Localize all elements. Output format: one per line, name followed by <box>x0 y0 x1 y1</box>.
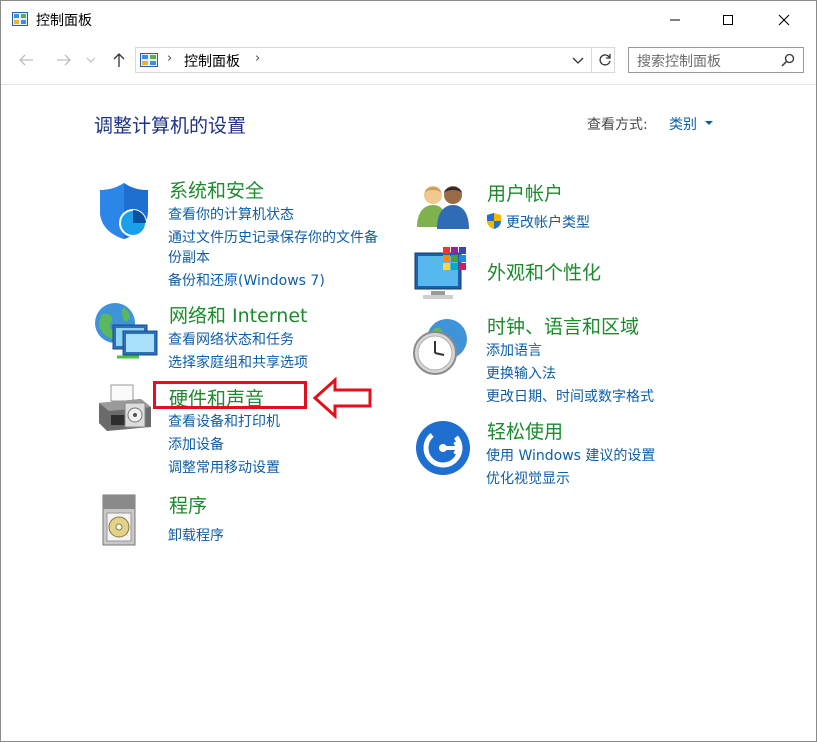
category-ease-of-access-title[interactable]: 轻松使用 <box>487 417 563 444</box>
navigation-bar: › 控制面板 › 搜索控制面板 <box>1 39 816 83</box>
window-title: 控制面板 <box>36 10 92 30</box>
hardware-sound-printer-icon[interactable] <box>95 381 157 443</box>
address-bar[interactable]: › 控制面板 › <box>135 47 615 73</box>
link-file-history-cont[interactable]: 份副本 <box>168 247 210 267</box>
search-box[interactable]: 搜索控制面板 <box>628 47 804 73</box>
up-arrow-icon <box>112 52 126 68</box>
recent-locations-button[interactable] <box>84 49 98 71</box>
page-title: 调整计算机的设置 <box>94 111 246 138</box>
link-homegroup-sharing[interactable]: 选择家庭组和共享选项 <box>168 352 308 372</box>
link-backup-restore[interactable]: 备份和还原(Windows 7) <box>168 270 325 290</box>
breadcrumb-separator[interactable]: › <box>167 51 172 66</box>
search-icon[interactable] <box>781 53 795 67</box>
chevron-down-icon <box>86 56 96 64</box>
user-accounts-icon[interactable] <box>415 181 471 229</box>
link-change-account-type[interactable]: 更改帐户类型 <box>506 212 590 232</box>
category-clock-region-title[interactable]: 时钟、语言和区域 <box>487 312 639 339</box>
link-view-computer-status[interactable]: 查看你的计算机状态 <box>168 204 294 224</box>
annotation-highlight-box <box>153 381 307 409</box>
back-arrow-icon <box>18 53 34 67</box>
close-icon <box>778 14 790 26</box>
title-bar[interactable]: 控制面板 <box>1 1 816 39</box>
link-file-history[interactable]: 通过文件历史记录保存你的文件备 <box>168 227 378 247</box>
programs-icon[interactable] <box>99 491 139 549</box>
appearance-personalization-icon[interactable] <box>413 247 473 303</box>
control-panel-app-icon <box>12 12 28 26</box>
ease-of-access-icon[interactable] <box>415 420 471 476</box>
address-history-chevron-icon[interactable] <box>570 52 586 68</box>
link-uninstall-program[interactable]: 卸载程序 <box>168 525 224 545</box>
forward-arrow-icon <box>56 53 72 67</box>
link-network-status[interactable]: 查看网络状态和任务 <box>168 329 294 349</box>
category-appearance-title[interactable]: 外观和个性化 <box>487 258 601 285</box>
control-panel-window: 控制面板 <box>0 0 817 742</box>
forward-button[interactable] <box>53 49 75 71</box>
control-panel-location-icon <box>140 53 158 67</box>
category-network-title[interactable]: 网络和 Internet <box>169 301 307 328</box>
link-add-language[interactable]: 添加语言 <box>486 340 542 360</box>
minimize-icon <box>669 14 681 26</box>
maximize-icon <box>722 14 734 26</box>
maximize-button[interactable] <box>705 1 751 39</box>
link-optimize-visual-display[interactable]: 优化视觉显示 <box>486 468 570 488</box>
minimize-button[interactable] <box>652 1 698 39</box>
system-security-shield-icon[interactable] <box>97 181 151 241</box>
back-button[interactable] <box>15 49 37 71</box>
breadcrumb-separator[interactable]: › <box>255 51 260 66</box>
category-user-accounts-title[interactable]: 用户帐户 <box>487 179 563 206</box>
view-by-dropdown[interactable]: 类别 <box>669 114 697 134</box>
link-devices-printers[interactable]: 查看设备和打印机 <box>168 411 280 431</box>
link-add-device[interactable]: 添加设备 <box>168 434 224 454</box>
toolbar-divider <box>1 84 816 85</box>
link-mobility-settings[interactable]: 调整常用移动设置 <box>168 457 280 477</box>
link-change-date-time-format[interactable]: 更改日期、时间或数字格式 <box>486 386 654 406</box>
refresh-button[interactable] <box>591 47 617 73</box>
link-windows-recommended-settings[interactable]: 使用 Windows 建议的设置 <box>486 445 655 465</box>
category-programs-title[interactable]: 程序 <box>169 491 207 518</box>
view-by-label: 查看方式: <box>587 114 648 134</box>
category-system-security-title[interactable]: 系统和安全 <box>169 176 264 203</box>
view-by-caret-icon[interactable] <box>705 121 713 125</box>
uac-shield-icon <box>485 212 503 230</box>
close-button[interactable] <box>761 1 807 39</box>
search-input[interactable]: 搜索控制面板 <box>637 51 721 71</box>
network-internet-icon[interactable] <box>93 301 159 361</box>
clock-language-region-icon[interactable] <box>411 317 471 377</box>
annotation-arrow-icon <box>313 377 373 419</box>
breadcrumb-control-panel[interactable]: 控制面板 <box>184 51 240 71</box>
link-change-input-method[interactable]: 更换输入法 <box>486 363 556 383</box>
refresh-icon <box>598 53 612 67</box>
up-button[interactable] <box>108 49 130 71</box>
